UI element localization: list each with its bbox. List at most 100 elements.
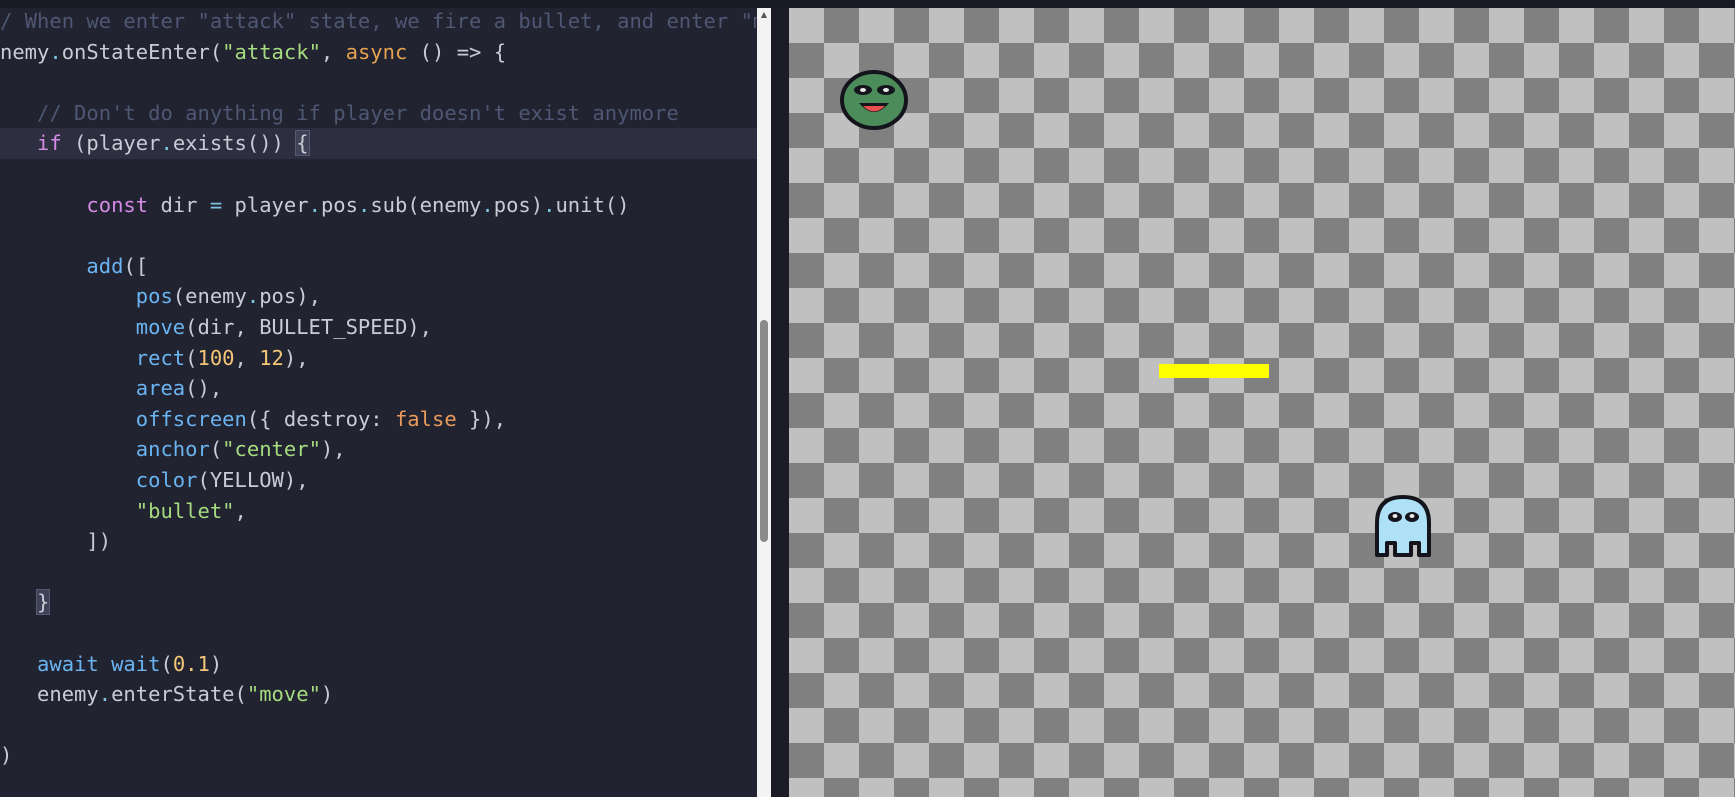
code-token: }), <box>456 406 507 431</box>
code-token: (enemy <box>172 284 247 309</box>
code-token: async <box>345 39 408 64</box>
code-token: . <box>357 192 371 217</box>
code-token: onStateEnter( <box>61 39 223 64</box>
code-token: ( <box>185 345 198 370</box>
code-token: "center" <box>222 437 321 462</box>
code-token: pos <box>135 284 173 309</box>
code-token: pos <box>320 192 358 217</box>
bullet <box>1159 364 1269 378</box>
code-token: . <box>246 284 260 309</box>
code-line[interactable]: rect(100, 12), <box>0 343 757 374</box>
code-line[interactable]: if (player.exists()) { <box>0 128 757 160</box>
pane-divider[interactable] <box>771 8 789 797</box>
scroll-up-arrow-icon[interactable]: ▲ <box>759 10 769 20</box>
code-token: enemy <box>0 682 99 707</box>
code-line[interactable]: pos(enemy.pos), <box>0 281 757 312</box>
code-token: // Don't do anything if player doesn't e… <box>37 100 679 125</box>
code-line[interactable]: area(), <box>0 373 757 404</box>
code-line[interactable] <box>0 67 757 98</box>
code-token: 100 <box>197 345 235 370</box>
code-line[interactable]: "bullet", <box>0 496 757 527</box>
window-top-strip <box>0 0 1735 8</box>
code-line[interactable]: / When we enter "attack" state, we fire … <box>0 8 757 37</box>
code-token: 0.1 <box>172 651 210 676</box>
code-token: / When we enter "attack" state, we fire … <box>0 9 757 33</box>
code-token: ) <box>0 743 13 768</box>
code-line[interactable] <box>0 220 757 251</box>
code-line[interactable]: await wait(0.1) <box>0 649 757 680</box>
code-token: ), <box>283 345 309 370</box>
code-token: ) <box>320 682 334 707</box>
code-line[interactable] <box>0 159 757 190</box>
code-token: , <box>234 345 260 370</box>
code-line[interactable]: // Don't do anything if player doesn't e… <box>0 98 757 129</box>
code-line[interactable]: color(YELLOW), <box>0 465 757 496</box>
code-token: dir <box>148 192 210 217</box>
code-token: nemy <box>0 39 50 64</box>
code-token: add <box>86 253 124 278</box>
code-token: player <box>222 192 309 217</box>
code-token: pos) <box>493 192 544 217</box>
code-token: wait <box>111 651 161 676</box>
game-canvas[interactable] <box>789 8 1735 797</box>
code-token: ), <box>320 437 346 462</box>
code-line[interactable] <box>0 618 757 649</box>
code-line[interactable]: enemy.enterState("move") <box>0 679 757 710</box>
code-line[interactable]: } <box>0 587 757 618</box>
code-token: () => { <box>407 39 507 64</box>
code-token: . <box>543 192 556 217</box>
code-line[interactable] <box>0 557 757 588</box>
code-line[interactable]: ) <box>0 740 757 771</box>
code-token: , <box>320 39 346 64</box>
editor-scrollbar-thumb[interactable] <box>760 320 768 542</box>
code-token: pos), <box>259 284 321 309</box>
code-line[interactable]: const dir = player.pos.sub(enemy.pos).un… <box>0 190 757 221</box>
code-token: ]) <box>0 529 112 554</box>
code-token: anchor <box>135 437 210 462</box>
code-token: if <box>37 131 62 156</box>
code-token: sub(enemy <box>370 192 482 217</box>
code-line[interactable]: anchor("center"), <box>0 434 757 465</box>
code-token: . <box>481 192 494 217</box>
blue-ghost-player-icon <box>1375 495 1431 557</box>
code-token: (YELLOW), <box>197 468 309 492</box>
code-token: ({ destroy: <box>246 406 395 431</box>
code-token: "attack" <box>222 39 321 64</box>
code-editor[interactable]: / When we enter "attack" state, we fire … <box>0 8 757 797</box>
code-line[interactable]: add([ <box>0 251 757 282</box>
code-line[interactable] <box>0 710 757 741</box>
code-token: offscreen <box>135 406 247 431</box>
code-token: . <box>49 39 62 64</box>
code-token: color <box>135 468 198 492</box>
code-token: 12 <box>259 345 284 370</box>
code-token: { <box>295 130 310 157</box>
code-token: await <box>37 651 99 676</box>
code-line[interactable]: ]) <box>0 526 757 557</box>
code-token: (), <box>185 376 223 401</box>
code-token: (player <box>61 131 161 156</box>
green-blob-enemy-icon <box>840 70 908 130</box>
code-token: false <box>394 406 457 431</box>
code-line[interactable]: offscreen({ destroy: false }), <box>0 404 757 435</box>
code-token: } <box>36 589 51 616</box>
code-token: enterState( <box>111 682 247 707</box>
code-token: move <box>135 315 186 339</box>
code-line[interactable]: nemy.onStateEnter("attack", async () => … <box>0 37 757 68</box>
code-token: . <box>160 131 173 156</box>
code-line[interactable]: move(dir, BULLET_SPEED), <box>0 312 757 343</box>
code-token: ) <box>209 651 223 676</box>
code-token: unit() <box>555 192 630 217</box>
code-token: "move" <box>246 682 321 707</box>
code-token: "bullet" <box>135 498 235 523</box>
